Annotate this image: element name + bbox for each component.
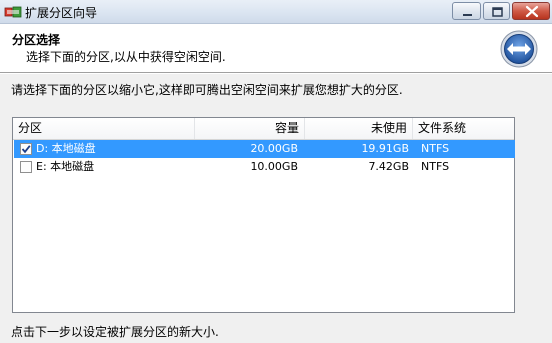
partition-unused: 7.42GB	[368, 160, 409, 173]
minimize-button[interactable]	[452, 2, 481, 20]
partition-name: E: 本地磁盘	[36, 160, 95, 173]
close-button[interactable]	[512, 2, 550, 20]
partition-wizard-app-icon	[4, 6, 22, 18]
table-row[interactable]: D: 本地磁盘 20.00GB 19.91GB NTFS	[14, 140, 515, 158]
window-title: 扩展分区向导	[25, 6, 98, 20]
partition-capacity: 20.00GB	[250, 142, 298, 155]
partition-capacity: 10.00GB	[250, 160, 298, 173]
row-checkbox[interactable]	[20, 161, 32, 173]
instruction-text: 请选择下面的分区以缩小它,这样即可腾出空闲空间来扩展您想扩大的分区.	[11, 83, 403, 97]
minimize-icon	[463, 14, 472, 16]
row-checkbox[interactable]	[20, 143, 32, 155]
column-header-filesystem[interactable]: 文件系统	[413, 118, 514, 139]
page-title: 分区选择	[12, 33, 61, 47]
column-header-capacity[interactable]: 容量	[195, 118, 305, 139]
list-header: 分区 容量 未使用 文件系统	[13, 118, 514, 140]
header-divider-highlight	[0, 73, 552, 74]
title-bar: 扩展分区向导	[0, 0, 552, 24]
maximize-icon	[492, 7, 503, 17]
close-icon	[525, 5, 539, 18]
column-header-partition[interactable]: 分区	[13, 118, 195, 139]
partition-name: D: 本地磁盘	[36, 142, 96, 155]
wizard-double-arrow-icon	[500, 30, 538, 68]
footer-hint-text: 点击下一步以设定被扩展分区的新大小.	[11, 325, 219, 339]
maximize-button[interactable]	[483, 2, 510, 20]
checkmark-icon	[21, 145, 31, 154]
partition-filesystem: NTFS	[421, 160, 450, 173]
partition-filesystem: NTFS	[421, 142, 450, 155]
partition-list[interactable]: 分区 容量 未使用 文件系统 D: 本地磁盘 20.00GB 19.91GB N…	[12, 117, 515, 313]
page-subtitle: 选择下面的分区,以从中获得空闲空间.	[26, 50, 226, 64]
column-header-unused[interactable]: 未使用	[305, 118, 413, 139]
partition-unused: 19.91GB	[361, 142, 409, 155]
table-row[interactable]: E: 本地磁盘 10.00GB 7.42GB NTFS	[14, 158, 515, 176]
